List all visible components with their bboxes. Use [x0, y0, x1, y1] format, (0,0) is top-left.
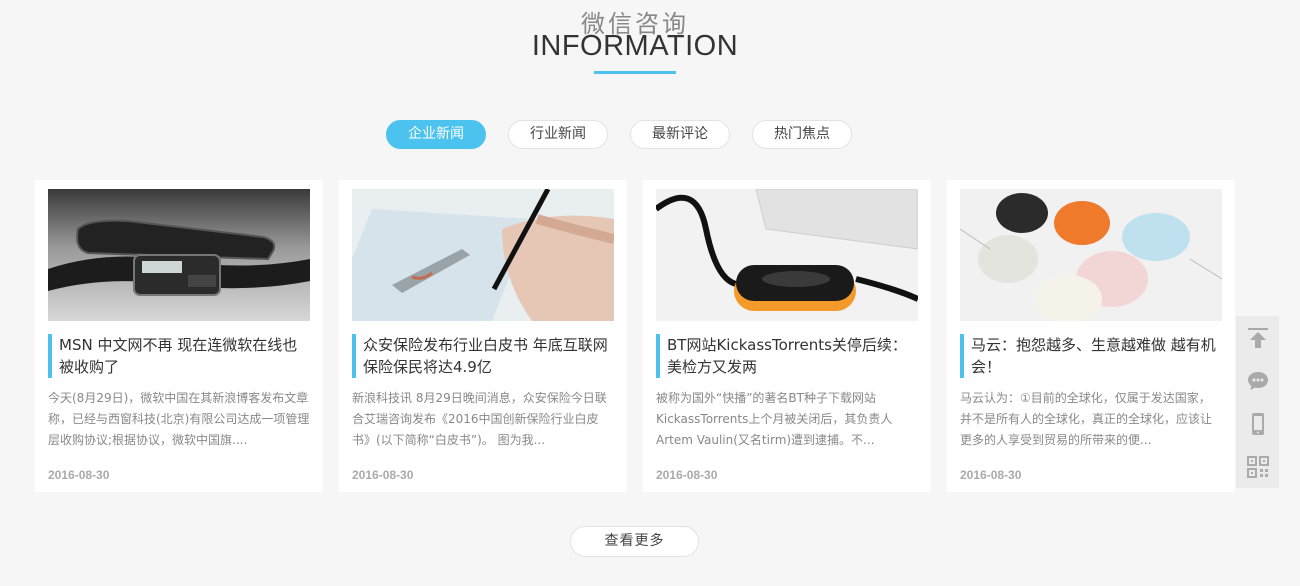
back-to-top-button[interactable]: [1236, 316, 1279, 359]
qr-code-button[interactable]: [1236, 445, 1279, 488]
news-date: 2016-08-30: [960, 468, 1022, 482]
back-to-top-icon: [1247, 327, 1268, 348]
hand-drawing-image[interactable]: [352, 189, 614, 321]
tab-company-news[interactable]: 企业新闻: [386, 120, 486, 149]
news-card[interactable]: 众安保险发布行业白皮书 年底互联网保险保民将达4.9亿 新浪科技讯 8月29日晚…: [339, 180, 627, 492]
title-underline: [594, 71, 676, 74]
colorful-mice-image[interactable]: [960, 189, 1222, 321]
mobile-button[interactable]: [1236, 402, 1279, 445]
news-title[interactable]: 众安保险发布行业白皮书 年底互联网保险保民将达4.9亿: [352, 334, 614, 378]
news-summary: 今天(8月29日)，微软中国在其新浪博客发布文章称，已经与西窗科技(北京)有限公…: [48, 391, 310, 447]
tab-industry-news[interactable]: 行业新闻: [508, 120, 608, 149]
news-card[interactable]: 马云：抱怨越多、生意越难做 越有机会！ 马云认为：①目前的全球化，仅属于发达国家…: [947, 180, 1235, 492]
news-summary: 被称为国外“快播”的著名BT种子下载网站KickassTorrents上个月被关…: [656, 391, 893, 447]
mobile-icon: [1251, 412, 1264, 435]
chat-icon: [1247, 371, 1268, 390]
news-tabs: 企业新闻 行业新闻 最新评论 热门焦点: [386, 120, 852, 149]
news-summary: 新浪科技讯 8月29日晚间消息，众安保险今日联合艾瑞咨询发布《2016中国创新保…: [352, 391, 607, 447]
usb-device-image[interactable]: [656, 189, 918, 321]
news-title[interactable]: 马云：抱怨越多、生意越难做 越有机会！: [960, 334, 1222, 378]
smart-watch-image[interactable]: [48, 189, 310, 321]
news-title[interactable]: MSN 中文网不再 现在连微软在线也被收购了: [48, 334, 310, 378]
view-more-button[interactable]: 查看更多: [570, 526, 699, 557]
news-list: MSN 中文网不再 现在连微软在线也被收购了 今天(8月29日)，微软中国在其新…: [35, 180, 1235, 492]
qr-code-icon: [1246, 455, 1269, 478]
tab-latest-comments[interactable]: 最新评论: [630, 120, 730, 149]
news-card[interactable]: BT网站KickassTorrents关停后续：美检方又发两 被称为国外“快播”…: [643, 180, 931, 492]
news-date: 2016-08-30: [352, 468, 414, 482]
news-summary: 马云认为：①目前的全球化，仅属于发达国家，并不是所有人的全球化，真正的全球化，应…: [960, 391, 1213, 447]
side-toolbar: [1236, 316, 1279, 488]
tab-hot-topics[interactable]: 热门焦点: [752, 120, 852, 149]
news-title[interactable]: BT网站KickassTorrents关停后续：美检方又发两: [656, 334, 918, 378]
news-date: 2016-08-30: [48, 468, 110, 482]
section-title-en: INFORMATION: [531, 30, 739, 62]
news-date: 2016-08-30: [656, 468, 718, 482]
chat-button[interactable]: [1236, 359, 1279, 402]
news-card[interactable]: MSN 中文网不再 现在连微软在线也被收购了 今天(8月29日)，微软中国在其新…: [35, 180, 323, 492]
